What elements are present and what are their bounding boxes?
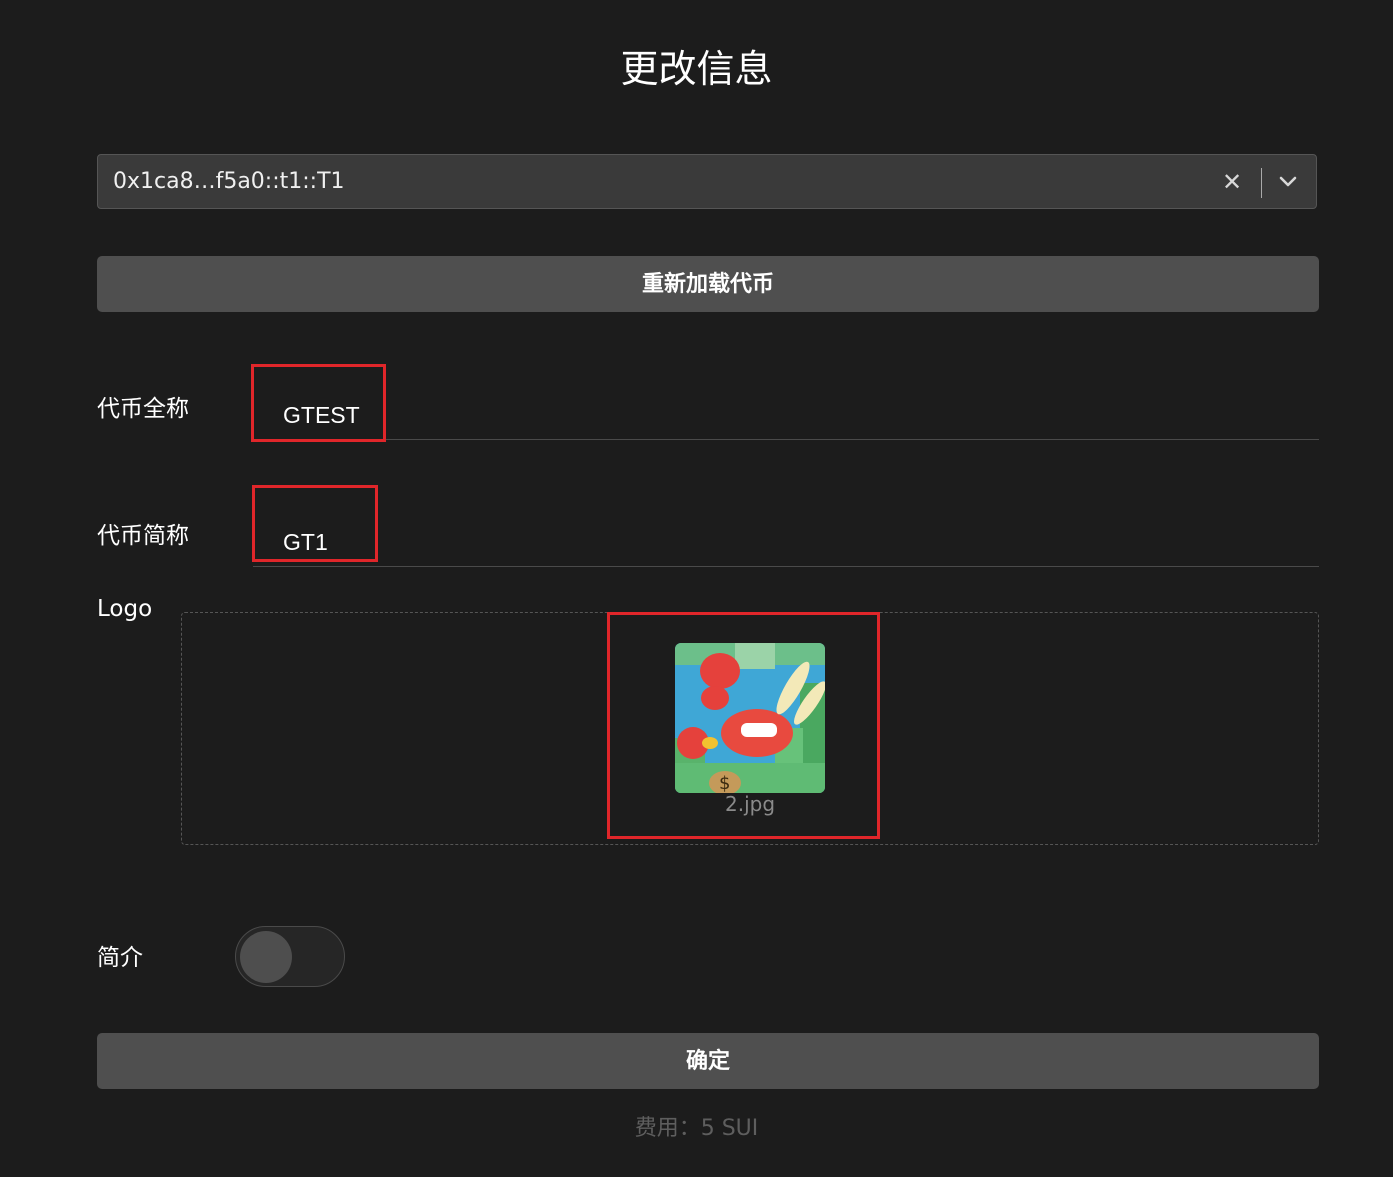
change-info-page: 更改信息 0x1ca8…f5a0::t1::T1 ✕ 重新加载代币 代币全称 G…	[0, 0, 1393, 1177]
logo-label: Logo	[97, 596, 153, 622]
description-label: 简介	[97, 945, 143, 971]
token-select-value: 0x1ca8…f5a0::t1::T1	[113, 169, 345, 194]
token-name-highlight	[251, 364, 386, 442]
toggle-knob	[240, 931, 292, 983]
confirm-button[interactable]: 确定	[97, 1033, 1319, 1089]
page-title: 更改信息	[620, 47, 773, 91]
select-divider	[1261, 168, 1262, 198]
token-symbol-input[interactable]: GT1	[253, 516, 1319, 567]
description-toggle[interactable]	[235, 926, 345, 987]
fee-text: 费用：5 SUI	[634, 1116, 759, 1141]
token-symbol-label: 代币简称	[97, 523, 189, 549]
token-name-input[interactable]: GTEST	[253, 389, 1319, 440]
logo-highlight	[607, 612, 880, 839]
reload-token-button[interactable]: 重新加载代币	[97, 256, 1319, 312]
token-symbol-highlight	[252, 485, 378, 562]
token-select[interactable]: 0x1ca8…f5a0::t1::T1 ✕	[97, 154, 1317, 209]
chevron-down-icon[interactable]	[1274, 167, 1302, 197]
token-name-label: 代币全称	[97, 396, 189, 422]
clear-icon[interactable]: ✕	[1220, 167, 1244, 197]
